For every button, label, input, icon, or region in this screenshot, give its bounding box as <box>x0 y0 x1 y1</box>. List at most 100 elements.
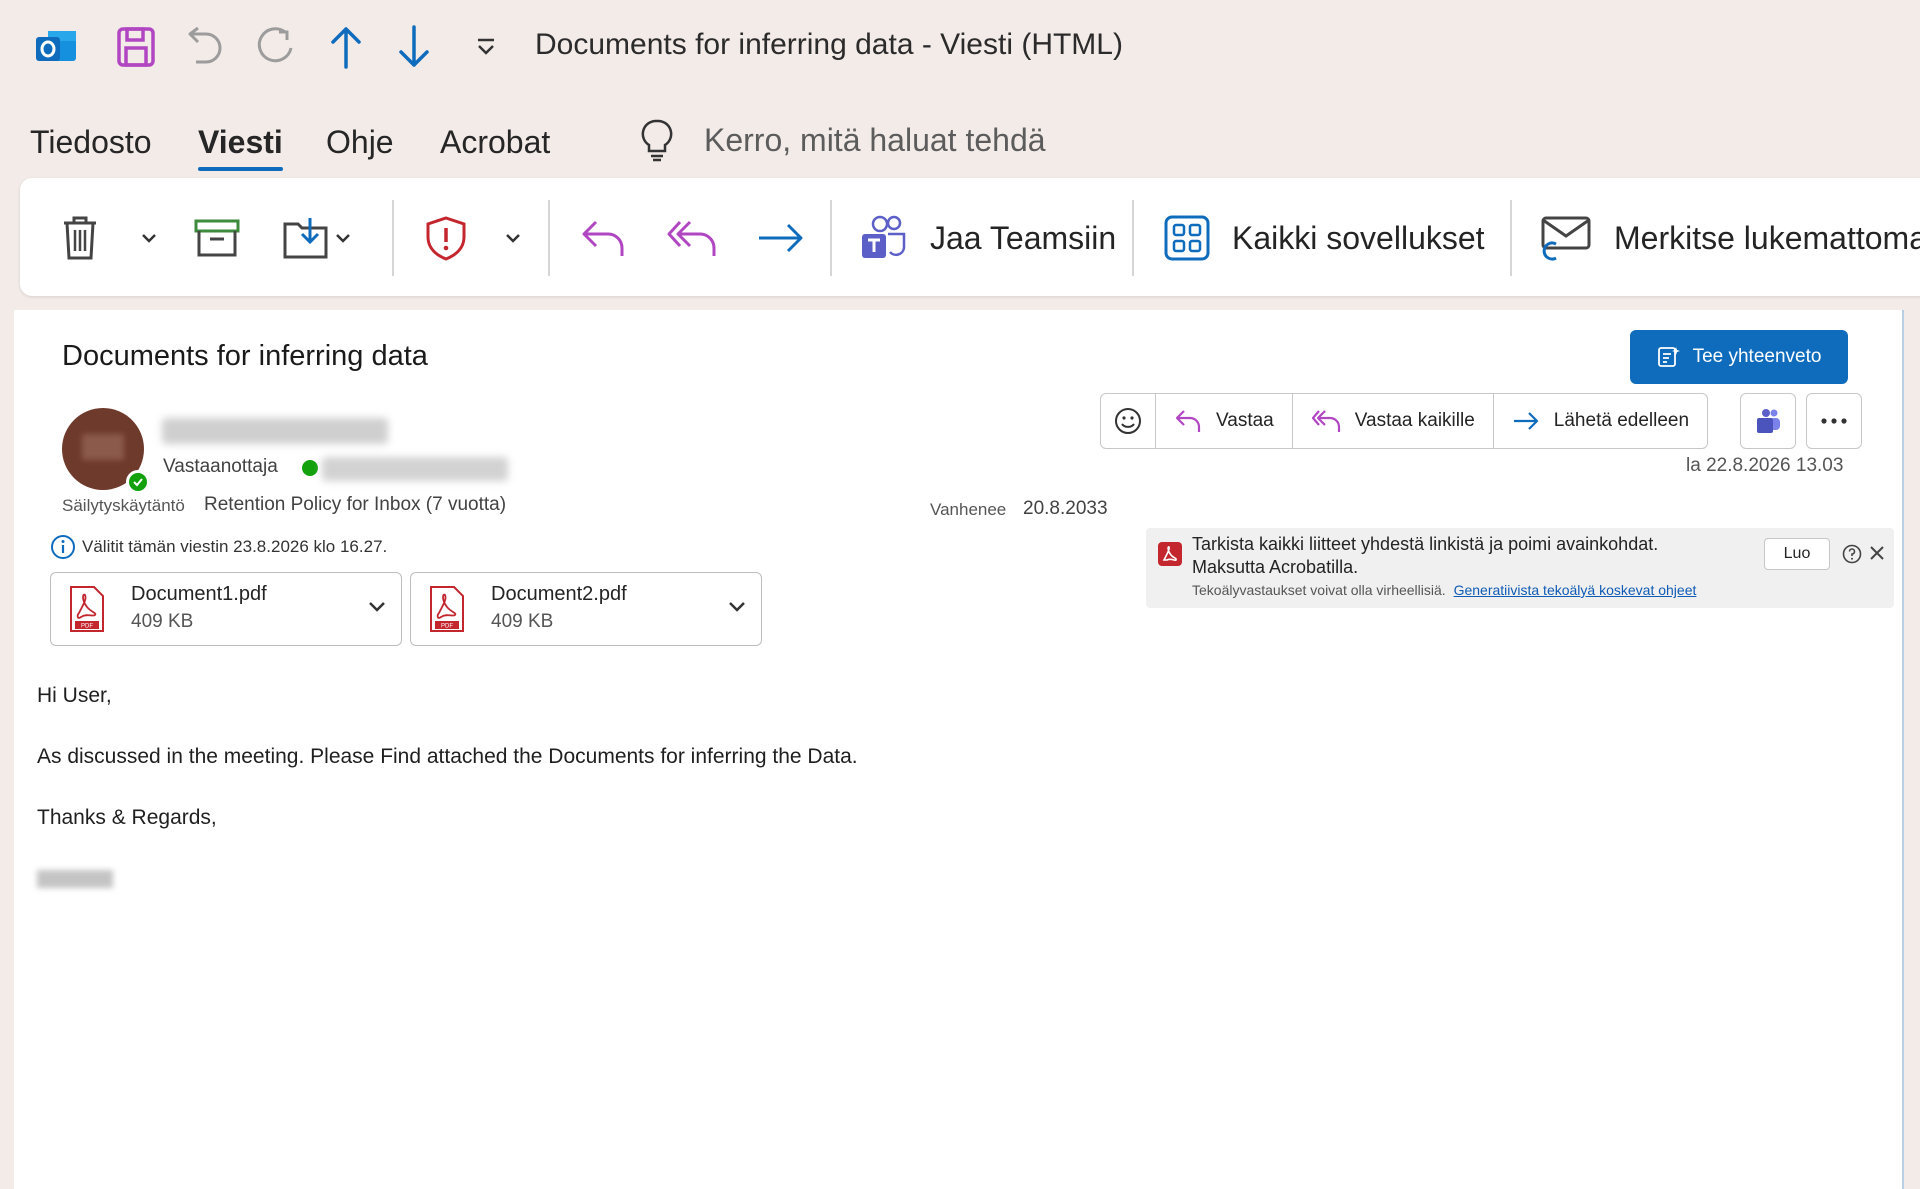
create-button[interactable]: Luo <box>1764 538 1830 570</box>
tab-ohje[interactable]: Ohje <box>326 124 394 161</box>
attachment-size: 409 KB <box>491 611 554 632</box>
help-icon[interactable] <box>1842 544 1862 564</box>
summarize-label: Tee yhteenveto <box>1692 346 1822 367</box>
window-title: Documents for inferring data - Viesti (H… <box>535 28 1123 61</box>
apps-grid-icon <box>1164 215 1210 261</box>
forward-button[interactable]: Lähetä edelleen <box>1494 394 1707 448</box>
tab-acrobat[interactable]: Acrobat <box>440 124 550 161</box>
forward-arrow-icon <box>1513 412 1538 430</box>
archive-button[interactable] <box>194 208 240 268</box>
ribbon-separator <box>392 200 394 276</box>
attachment-name: Document2.pdf <box>491 583 627 605</box>
reply-icon <box>582 220 624 256</box>
archive-icon <box>194 219 240 257</box>
mark-unread-label: Merkitse lukemattoma <box>1614 219 1920 256</box>
teams-icon <box>1757 409 1780 433</box>
close-icon[interactable] <box>1868 544 1886 562</box>
reply-label: Vastaa <box>1216 410 1274 431</box>
recipient-presence-icon <box>302 460 318 476</box>
ribbon: Jaa Teamsiin Kaikki sovellukset Merkitse… <box>20 178 1920 296</box>
move-button[interactable] <box>282 208 352 268</box>
ribbon-forward-button[interactable] <box>756 208 806 268</box>
reply-all-icon <box>667 220 716 256</box>
svg-text:PDF: PDF <box>441 624 453 630</box>
share-to-teams-small-button[interactable] <box>1740 393 1796 449</box>
recipient-name-redacted[interactable] <box>322 457 508 481</box>
mark-unread-icon <box>1541 216 1591 261</box>
attachment-card[interactable]: PDF Document1.pdf 409 KB <box>50 572 402 646</box>
save-icon[interactable] <box>112 22 160 72</box>
attachment-card[interactable]: PDF Document2.pdf 409 KB <box>410 572 762 646</box>
forward-arrow-icon <box>759 223 803 253</box>
move-folder-icon <box>283 218 328 259</box>
lightbulb-icon <box>641 119 673 162</box>
sender-avatar[interactable] <box>62 408 150 494</box>
tab-tiedosto[interactable]: Tiedosto <box>30 124 152 161</box>
message-date: la 22.8.2026 13.03 <box>1686 455 1844 476</box>
undo-icon[interactable] <box>182 22 230 72</box>
body-text: As discussed in the meeting. Please Find… <box>37 745 858 768</box>
tell-me-placeholder: Kerro, mitä haluat tehdä <box>704 121 1046 158</box>
report-button[interactable] <box>424 208 468 268</box>
forward-label: Lähetä edelleen <box>1553 410 1690 431</box>
next-item-icon[interactable] <box>390 22 438 72</box>
acrobat-banner: Tarkista kaikki liitteet yhdestä linkist… <box>1146 528 1894 608</box>
all-apps-button[interactable]: Kaikki sovellukset <box>1164 208 1485 268</box>
forwarded-note-text: Välitit tämän viestin 23.8.2026 klo 16.2… <box>82 537 388 556</box>
attachment-size: 409 KB <box>131 611 194 632</box>
pdf-file-icon: PDF <box>430 586 464 632</box>
delete-button[interactable] <box>60 208 100 268</box>
message-subject: Documents for inferring data <box>62 340 428 372</box>
ai-guidelines-link[interactable]: Generatiivista tekoälyä koskevat ohjeet <box>1454 582 1697 598</box>
tab-viesti[interactable]: Viesti <box>198 124 283 171</box>
acrobat-logo-icon <box>1158 542 1182 566</box>
mark-unread-button[interactable]: Merkitse lukemattoma <box>1540 208 1920 268</box>
expires-label: Vanhenee <box>930 500 1007 519</box>
share-to-teams-button[interactable]: Jaa Teamsiin <box>860 208 1116 268</box>
report-dropdown[interactable] <box>504 208 522 268</box>
previous-item-icon[interactable] <box>322 22 370 72</box>
trash-icon <box>64 216 96 260</box>
retention-policy-value: Retention Policy for Inbox (7 vuotta) <box>204 494 507 515</box>
more-options-button[interactable] <box>1806 393 1862 449</box>
tell-me-search[interactable]: Kerro, mitä haluat tehdä <box>640 118 1046 162</box>
customize-qat-icon[interactable] <box>462 22 510 72</box>
ribbon-separator <box>830 200 832 276</box>
reply-button[interactable]: Vastaa <box>1156 394 1293 448</box>
acrobat-banner-line1: Tarkista kaikki liitteet yhdestä linkist… <box>1192 534 1659 554</box>
body-greeting: Hi User, <box>37 684 112 707</box>
recipient-label: Vastaanottaja <box>163 456 278 477</box>
ribbon-reply-button[interactable] <box>580 208 628 268</box>
acrobat-disclaimer: Tekoälyvastaukset voivat olla virheellis… <box>1192 582 1696 598</box>
chevron-down-icon[interactable] <box>367 599 387 615</box>
expires-value: 20.8.2033 <box>1023 498 1108 519</box>
reply-all-icon <box>1311 410 1340 432</box>
sender-name-redacted[interactable] <box>162 418 388 444</box>
ribbon-separator <box>1510 200 1512 276</box>
ribbon-reply-all-button[interactable] <box>666 208 718 268</box>
delete-dropdown[interactable] <box>140 208 158 268</box>
more-ellipsis-icon <box>1821 418 1847 424</box>
summarize-button[interactable]: Tee yhteenveto <box>1630 330 1848 384</box>
acrobat-banner-line2: Maksutta Acrobatilla. <box>1192 557 1359 577</box>
react-button[interactable] <box>1101 394 1156 448</box>
reading-pane: Documents for inferring data Tee yhteenv… <box>14 310 1904 1189</box>
chevron-down-icon <box>506 234 520 243</box>
pdf-file-icon: PDF <box>70 586 104 632</box>
avatar-initials-redacted <box>82 434 124 460</box>
acrobat-disclaimer-text: Tekoälyvastaukset voivat olla virheellis… <box>1192 582 1446 598</box>
signature-redacted <box>37 870 113 888</box>
outlook-logo-icon <box>32 22 80 72</box>
retention-policy-label: Säilytyskäytäntö <box>62 496 185 515</box>
ribbon-separator <box>1132 200 1134 276</box>
redo-icon[interactable] <box>252 22 300 72</box>
chevron-down-icon[interactable] <box>727 599 747 615</box>
chevron-down-icon <box>142 234 156 243</box>
shield-alert-icon <box>426 216 466 261</box>
all-apps-label: Kaikki sovellukset <box>1232 219 1485 256</box>
share-to-teams-label: Jaa Teamsiin <box>930 219 1117 256</box>
reply-all-button[interactable]: Vastaa kaikille <box>1293 394 1494 448</box>
attachment-name: Document1.pdf <box>131 583 267 605</box>
reply-all-label: Vastaa kaikille <box>1354 410 1475 431</box>
message-actions: Vastaa Vastaa kaikille Lähetä edelleen <box>1100 393 1709 449</box>
